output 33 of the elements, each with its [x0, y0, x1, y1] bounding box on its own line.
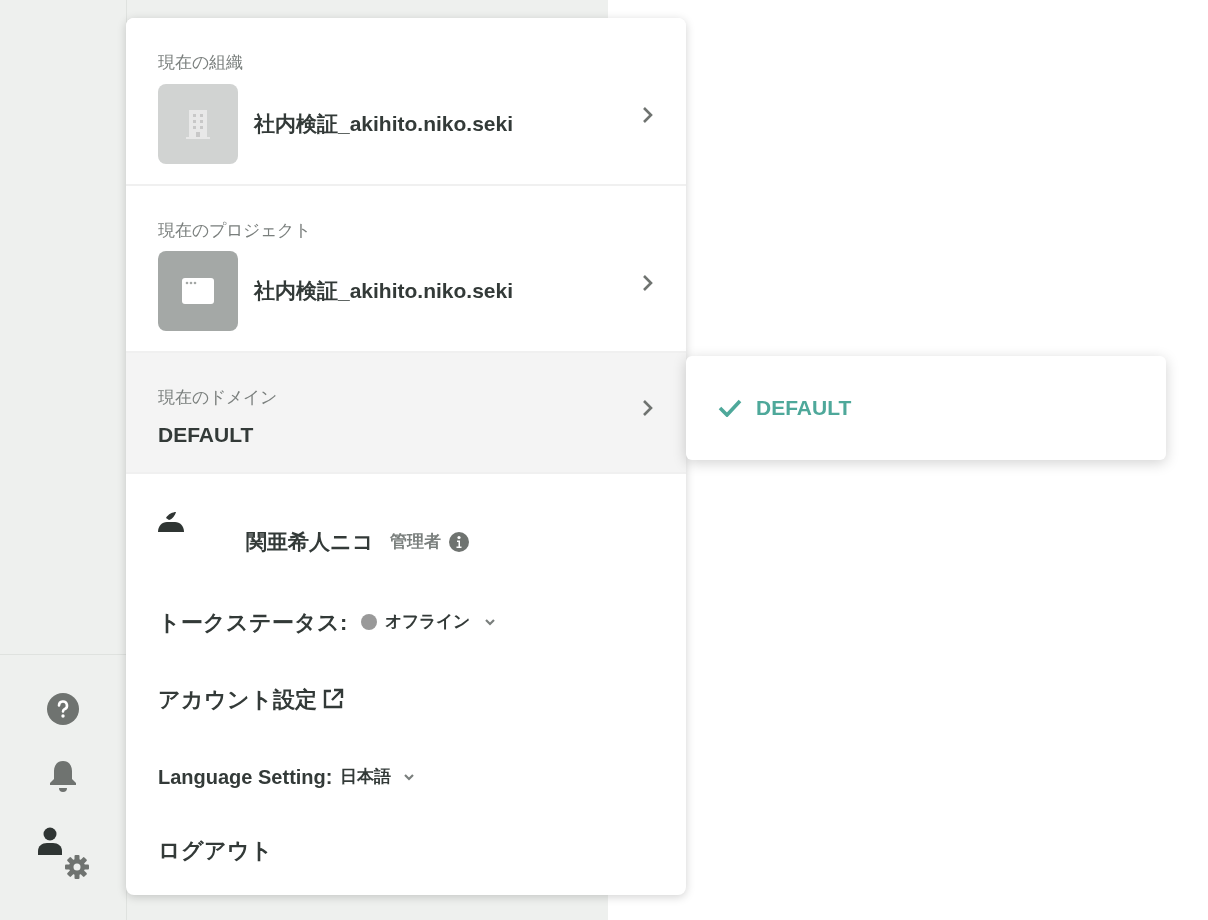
window-icon	[158, 251, 238, 331]
user-icon[interactable]	[37, 827, 63, 855]
check-icon	[718, 399, 742, 417]
chevron-right-icon	[642, 106, 654, 124]
organization-row[interactable]: 現在の組織 社内検証_akihito.niko.seki	[126, 18, 686, 186]
help-icon[interactable]	[47, 693, 79, 725]
organization-name: 社内検証_akihito.niko.seki	[254, 110, 514, 137]
domain-label: 現在のドメイン	[158, 388, 277, 407]
status-dropdown[interactable]: オフライン	[361, 609, 497, 635]
chevron-right-icon	[642, 273, 654, 292]
user-name: 関亜希人ニコ	[246, 529, 374, 555]
bell-icon[interactable]	[49, 759, 77, 793]
settings-icon[interactable]	[65, 855, 89, 879]
organization-label: 現在の組織	[158, 53, 243, 72]
domain-value: DEFAULT	[158, 422, 254, 446]
talk-status-label: トークステータス:	[158, 608, 348, 637]
role-label: 管理者	[390, 531, 441, 553]
language-dropdown[interactable]: 日本語	[340, 763, 416, 790]
logout-link[interactable]: ログアウト	[126, 833, 686, 867]
caret-icon	[484, 618, 497, 626]
external-link-icon	[321, 687, 345, 711]
info-icon[interactable]	[449, 531, 469, 552]
chevron-right-icon	[642, 399, 654, 417]
account-settings-link[interactable]: アカウント設定	[126, 682, 686, 716]
language-label: Language Setting:	[158, 764, 333, 790]
project-label: 現在のプロジェクト	[158, 220, 311, 240]
domain-row[interactable]: 現在のドメイン DEFAULT	[126, 353, 686, 474]
status-dot	[361, 614, 378, 630]
project-name: 社内検証_akihito.niko.seki	[254, 278, 514, 305]
building-icon	[158, 83, 238, 164]
project-row[interactable]: 現在のプロジェクト 社内検証_akihito.niko.seki	[126, 185, 686, 353]
caret-icon	[403, 772, 416, 781]
user-avatar-icon	[158, 512, 184, 532]
